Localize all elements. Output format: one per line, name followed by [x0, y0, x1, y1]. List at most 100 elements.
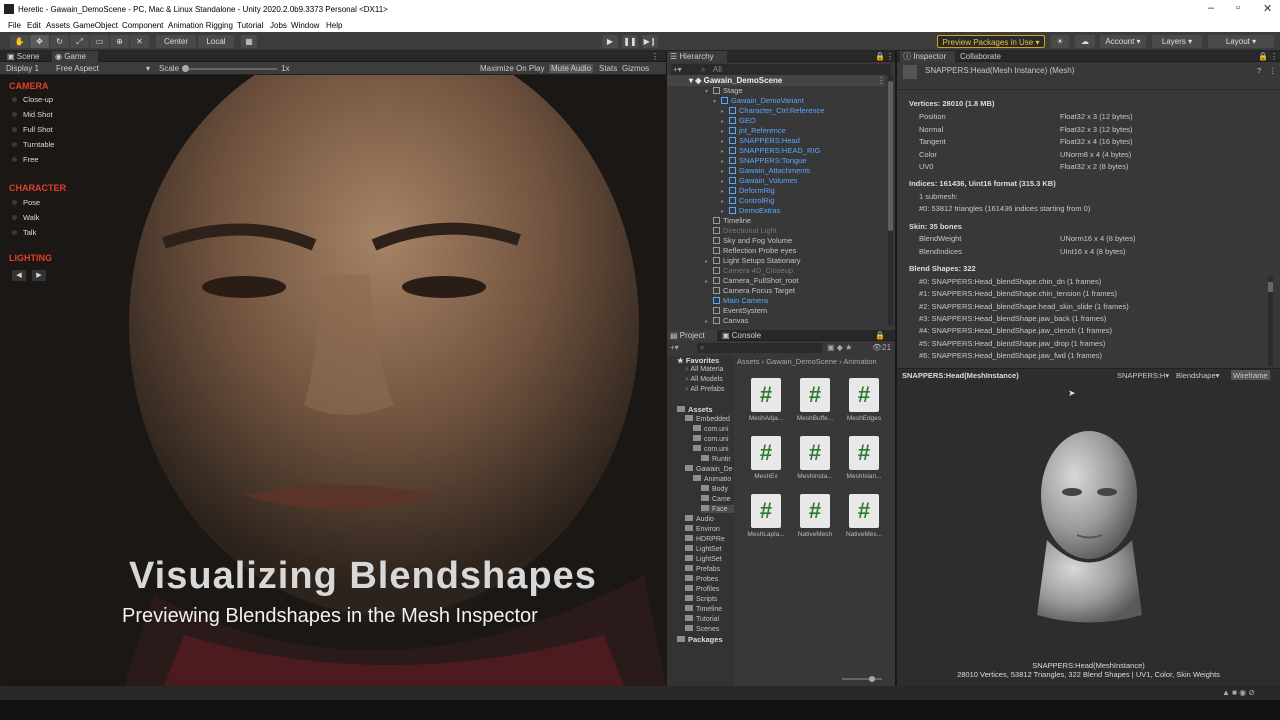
- hierarchy-scrollbar[interactable]: [888, 75, 893, 325]
- scene-menu-icon[interactable]: ⋮: [877, 76, 885, 85]
- tree-folder-item[interactable]: com.uni: [693, 425, 729, 433]
- scale-tool-icon[interactable]: ⤢: [70, 35, 89, 48]
- menu-tutorial[interactable]: Tutorial: [237, 21, 263, 30]
- hierarchy-item[interactable]: Main Camera: [705, 296, 768, 305]
- stats-toggle[interactable]: Stats: [599, 64, 617, 73]
- tree-folder-item[interactable]: Face: [701, 505, 734, 513]
- expand-arrow-icon[interactable]: ▸: [721, 158, 729, 165]
- expand-arrow-icon[interactable]: ▸: [705, 258, 713, 265]
- rect-tool-icon[interactable]: ▭: [90, 35, 109, 48]
- grid-snap-icon[interactable]: ▦: [241, 35, 257, 48]
- layout-dropdown[interactable]: Layout ▾: [1208, 35, 1274, 48]
- tab-scene[interactable]: ▣ Scene: [4, 51, 48, 62]
- scale-slider[interactable]: [182, 68, 277, 70]
- hierarchy-item[interactable]: ▸ SNAPPERS:Tongue: [721, 156, 807, 165]
- hierarchy-item[interactable]: Reflection Probe eyes: [705, 246, 796, 255]
- pose-radio[interactable]: [12, 200, 17, 205]
- turntable-radio[interactable]: [12, 142, 17, 147]
- hierarchy-item[interactable]: ▸ DeformRig: [721, 186, 775, 195]
- expand-arrow-icon[interactable]: ▸: [721, 178, 729, 185]
- script-asset[interactable]: # MeshEdges: [842, 378, 886, 422]
- expand-arrow-icon[interactable]: ▸: [721, 118, 729, 125]
- hierarchy-item[interactable]: EventSystem: [705, 306, 767, 315]
- script-asset[interactable]: # MeshInsta...: [793, 436, 837, 480]
- menu-component[interactable]: Component: [122, 21, 163, 30]
- hierarchy-item[interactable]: ▸ jnt_Reference: [721, 126, 786, 135]
- tree-folder-item[interactable]: Body: [701, 485, 728, 493]
- script-asset[interactable]: # MeshEx: [744, 436, 788, 480]
- hierarchy-scroll-thumb[interactable]: [888, 81, 893, 231]
- closeup-radio[interactable]: [12, 97, 17, 102]
- lighting-next-button[interactable]: ▶: [32, 270, 46, 281]
- hierarchy-item[interactable]: ▸ Gawain_Volumes: [721, 176, 797, 185]
- custom-tool-icon[interactable]: ✕: [130, 35, 149, 48]
- free-option[interactable]: Free: [23, 155, 38, 164]
- pivot-center-button[interactable]: Center: [156, 35, 196, 48]
- panel-menu-icon[interactable]: ⋮: [648, 51, 659, 62]
- expand-arrow-icon[interactable]: ▸: [721, 138, 729, 145]
- hierarchy-item[interactable]: Directional Light: [705, 226, 777, 235]
- cloud-icon[interactable]: ☁: [1075, 35, 1095, 48]
- hierarchy-item[interactable]: ▸ SNAPPERS:HEAD_RIG: [721, 146, 820, 155]
- fullshot-radio[interactable]: [12, 127, 17, 132]
- fullshot-option[interactable]: Full Shot: [23, 125, 53, 134]
- tab-game[interactable]: ◉ Game: [52, 51, 98, 62]
- transform-tool-icon[interactable]: ⊕: [110, 35, 129, 48]
- favorite-item[interactable]: ⌕ All Models: [685, 376, 723, 384]
- hierarchy-search-input[interactable]: +▾ ⌕ All: [671, 64, 891, 75]
- hierarchy-item[interactable]: ▸ ControlRig: [721, 196, 774, 205]
- play-icon[interactable]: ▶: [602, 35, 618, 48]
- favorites-header[interactable]: ★ Favorites: [677, 356, 719, 365]
- walk-radio[interactable]: [12, 215, 17, 220]
- script-asset[interactable]: # MeshAdja...: [744, 378, 788, 422]
- tree-folder-item[interactable]: Gawain_De: [685, 465, 733, 473]
- hierarchy-item[interactable]: ▾ Gawain_DemoVariant: [713, 96, 804, 105]
- preview-packages-dropdown[interactable]: Preview Packages in Use ▾: [937, 35, 1045, 48]
- move-tool-icon[interactable]: ✥: [30, 35, 49, 48]
- menu-edit[interactable]: Edit: [27, 21, 41, 30]
- walk-option[interactable]: Walk: [23, 213, 39, 222]
- tree-folder-item[interactable]: Runtir: [701, 455, 731, 463]
- account-dropdown[interactable]: Account ▾: [1100, 35, 1146, 48]
- tree-folder-item[interactable]: HDRPRe: [685, 535, 725, 543]
- step-icon[interactable]: ▶❙: [642, 35, 658, 48]
- free-radio[interactable]: [12, 157, 17, 162]
- preview-mode-dropdown[interactable]: Blendshape▾: [1176, 371, 1219, 380]
- object-menu-icon[interactable]: ⋮: [1269, 66, 1277, 75]
- hierarchy-item[interactable]: Sky and Fog Volume: [705, 236, 792, 245]
- scene-row[interactable]: ▾ ◈ Gawain_DemoScene ⋮: [667, 75, 885, 86]
- menu-animation-rigging[interactable]: Animation Rigging: [168, 21, 233, 30]
- tree-folder-item[interactable]: Prefabs: [685, 565, 720, 573]
- hierarchy-item[interactable]: ▸ Character_Ctrl:Reference: [721, 106, 824, 115]
- expand-arrow-icon[interactable]: ▾: [713, 98, 721, 105]
- project-filter-icons[interactable]: ▣ ◆ ★: [827, 343, 852, 352]
- tree-folder-item[interactable]: Animatio: [693, 475, 731, 483]
- tree-folder-item[interactable]: Came: [701, 495, 731, 503]
- gizmos-dropdown[interactable]: Gizmos: [622, 64, 649, 73]
- minimize-icon[interactable]: –: [1208, 2, 1214, 14]
- tree-folder-item[interactable]: LightSet: [685, 545, 722, 553]
- inspector-menu-icon[interactable]: ⋮: [1267, 51, 1278, 62]
- breadcrumb-assets[interactable]: Assets: [737, 357, 760, 366]
- mute-audio-toggle[interactable]: Mute Audio: [549, 64, 594, 73]
- assets-header[interactable]: Assets: [677, 405, 713, 414]
- tree-folder-item[interactable]: Probes: [685, 575, 718, 583]
- settings-sun-icon[interactable]: ☀: [1051, 35, 1069, 48]
- menu-gameobject[interactable]: GameObject: [73, 21, 118, 30]
- preview-submesh-dropdown[interactable]: SNAPPERS:H▾: [1117, 371, 1169, 380]
- breadcrumb-animation[interactable]: Animation: [843, 357, 876, 366]
- tree-folder-item[interactable]: Profiles: [685, 585, 719, 593]
- expand-arrow-icon[interactable]: ▸: [705, 278, 713, 285]
- hierarchy-item[interactable]: ▸ Gawain_Attachments: [721, 166, 810, 175]
- hierarchy-item[interactable]: Timeline: [705, 216, 751, 225]
- lighting-prev-button[interactable]: ◀: [12, 270, 26, 281]
- status-icons[interactable]: ▲ ■ ◉ ⊘: [1222, 688, 1255, 697]
- expand-arrow-icon[interactable]: ▸: [705, 318, 713, 325]
- hierarchy-item[interactable]: Camera Focus Target: [705, 286, 795, 295]
- expand-arrow-icon[interactable]: ▾: [705, 88, 713, 95]
- script-asset[interactable]: # MeshBuffe...: [793, 378, 837, 422]
- tree-folder-item[interactable]: Tutorial: [685, 615, 719, 623]
- rotate-tool-icon[interactable]: ↻: [50, 35, 69, 48]
- tab-project[interactable]: ▤ Project: [667, 330, 717, 341]
- midshot-radio[interactable]: [12, 112, 17, 117]
